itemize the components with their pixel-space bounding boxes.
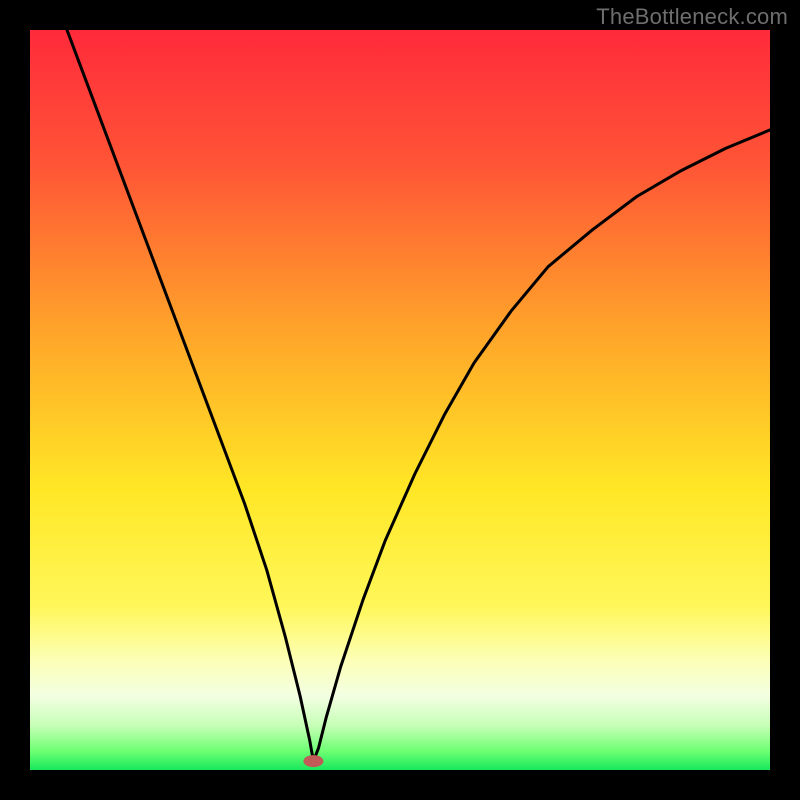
gradient-background	[30, 30, 770, 770]
chart-svg	[30, 30, 770, 770]
chart-frame: TheBottleneck.com	[0, 0, 800, 800]
watermark-text: TheBottleneck.com	[596, 4, 788, 30]
optimal-point-marker	[303, 755, 323, 767]
plot-area	[30, 30, 770, 770]
